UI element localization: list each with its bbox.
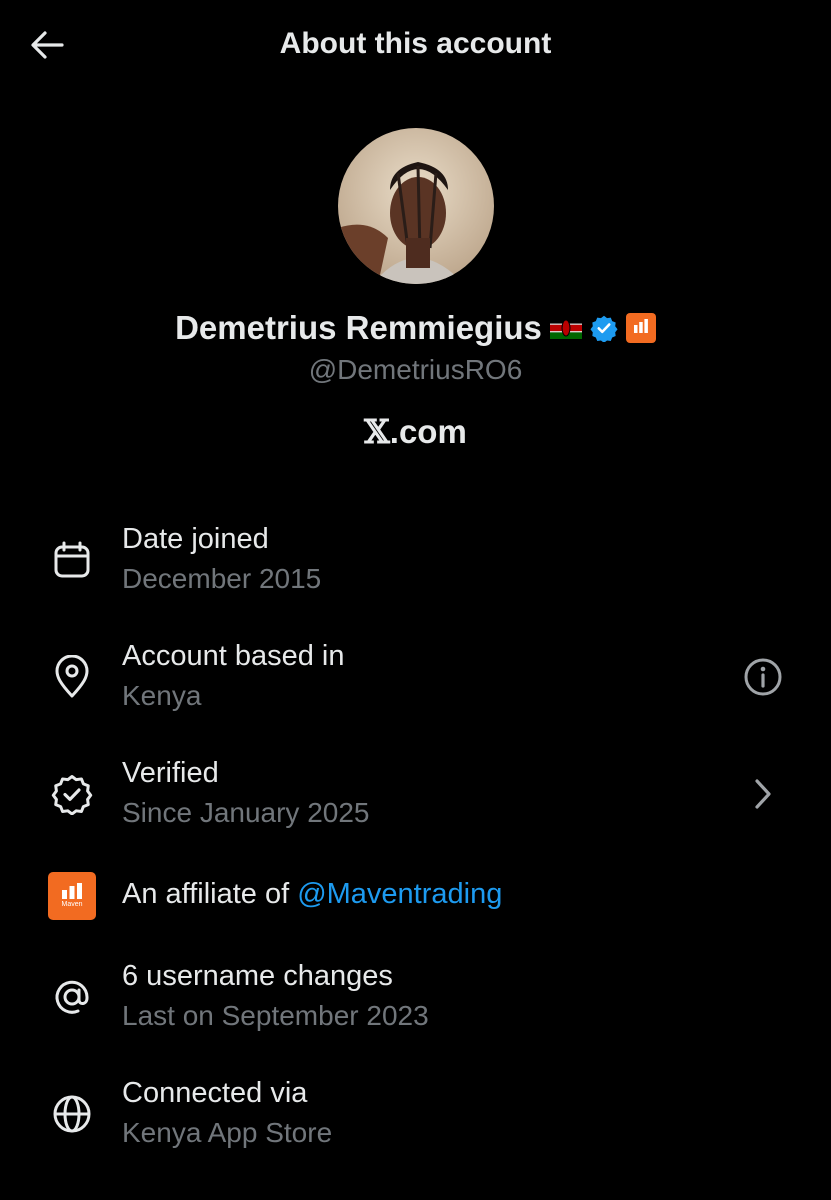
at-sign-icon (46, 971, 98, 1023)
about-account-screen: About this account Demetrius Remmiegius (0, 0, 831, 1200)
calendar-icon (46, 534, 98, 586)
date-joined-row: Date joined December 2015 (0, 520, 831, 604)
connected-via-label: Connected via (122, 1077, 308, 1109)
x-logo-icon: 𝕏 (364, 412, 390, 451)
username-changes-value: Last on September 2023 (122, 1000, 429, 1031)
username-changes-row: 6 username changes Last on September 202… (0, 957, 831, 1041)
account-based-in-row: Account based in Kenya (0, 637, 831, 721)
verified-label: Verified (122, 757, 219, 789)
site-label: 𝕏.com (0, 410, 831, 454)
date-joined-value: December 2015 (122, 563, 322, 594)
affiliate-label: An affiliate of @Maventrading (122, 875, 502, 913)
connected-via-row: Connected via Kenya App Store (0, 1074, 831, 1158)
affiliate-prefix: An affiliate of (122, 878, 298, 910)
date-joined-label: Date joined (122, 523, 269, 555)
account-based-in-label: Account based in (122, 640, 345, 672)
affiliate-row: Maven An affiliate of @Maventrading (0, 870, 831, 922)
connected-via-value: Kenya App Store (122, 1117, 333, 1148)
page-title: About this account (279, 27, 552, 60)
affiliate-link[interactable]: @Maventrading (297, 878, 502, 910)
profile-handle: @DemetriusRO6 (308, 354, 523, 385)
maven-affiliate-badge-icon (625, 313, 656, 343)
info-icon (744, 658, 782, 696)
verified-chevron[interactable] (739, 770, 787, 818)
verified-row[interactable]: Verified Since January 2025 (0, 754, 831, 838)
username-changes-label: 6 username changes (122, 960, 393, 992)
verified-value: Since January 2025 (122, 797, 370, 828)
display-name: Demetrius Remmiegius (175, 309, 542, 346)
verified-badge-icon (590, 314, 618, 343)
profile-name-row: Demetrius Remmiegius (0, 306, 831, 350)
verified-badge-outline-icon (46, 768, 98, 820)
kenya-flag-icon (549, 317, 582, 339)
chevron-right-icon (755, 779, 771, 809)
account-based-in-value: Kenya (122, 680, 202, 711)
info-button[interactable] (739, 653, 787, 701)
globe-icon (46, 1088, 98, 1140)
avatar (338, 128, 494, 284)
maven-logo: Maven (46, 870, 98, 922)
site-suffix: .com (389, 413, 467, 450)
maven-logo-text: Maven (61, 901, 83, 908)
location-pin-icon (46, 651, 98, 703)
